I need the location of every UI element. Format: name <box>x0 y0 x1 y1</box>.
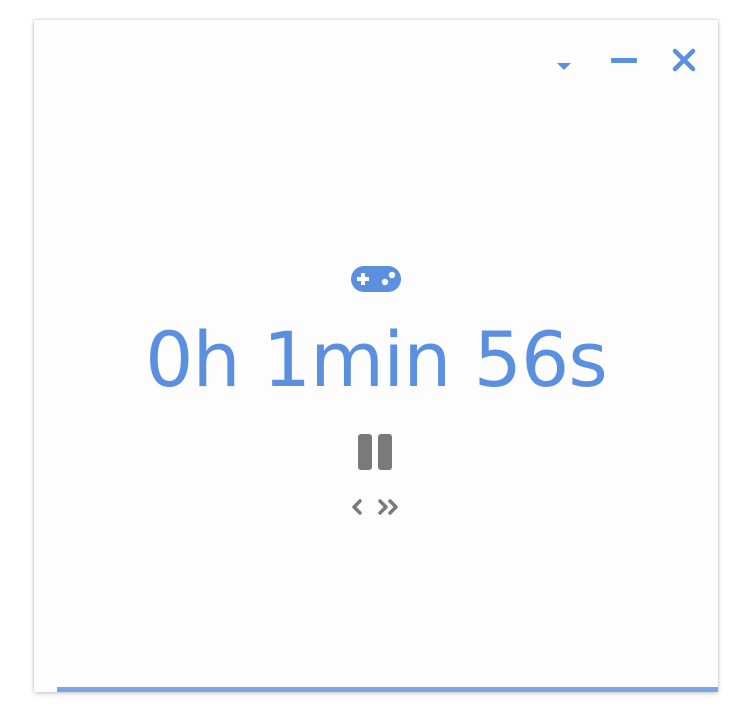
minimize-button[interactable] <box>610 46 638 74</box>
skip-forward-button[interactable] <box>376 498 402 516</box>
gamepad-icon <box>350 264 402 294</box>
progress-fill <box>57 687 718 692</box>
elapsed-time-display: 0h 1min 56s <box>145 315 608 404</box>
close-icon <box>672 48 696 72</box>
close-button[interactable] <box>670 46 698 74</box>
pause-button[interactable] <box>357 434 395 470</box>
pause-icon <box>358 434 392 470</box>
progress-bar <box>57 687 718 692</box>
timer-window: 0h 1min 56s <box>34 20 718 692</box>
previous-button[interactable] <box>350 498 364 516</box>
double-chevron-right-icon <box>378 499 398 515</box>
dropdown-button[interactable] <box>550 52 578 80</box>
caret-down-icon <box>557 63 571 70</box>
minus-icon <box>611 58 637 63</box>
chevron-left-icon <box>352 499 362 515</box>
